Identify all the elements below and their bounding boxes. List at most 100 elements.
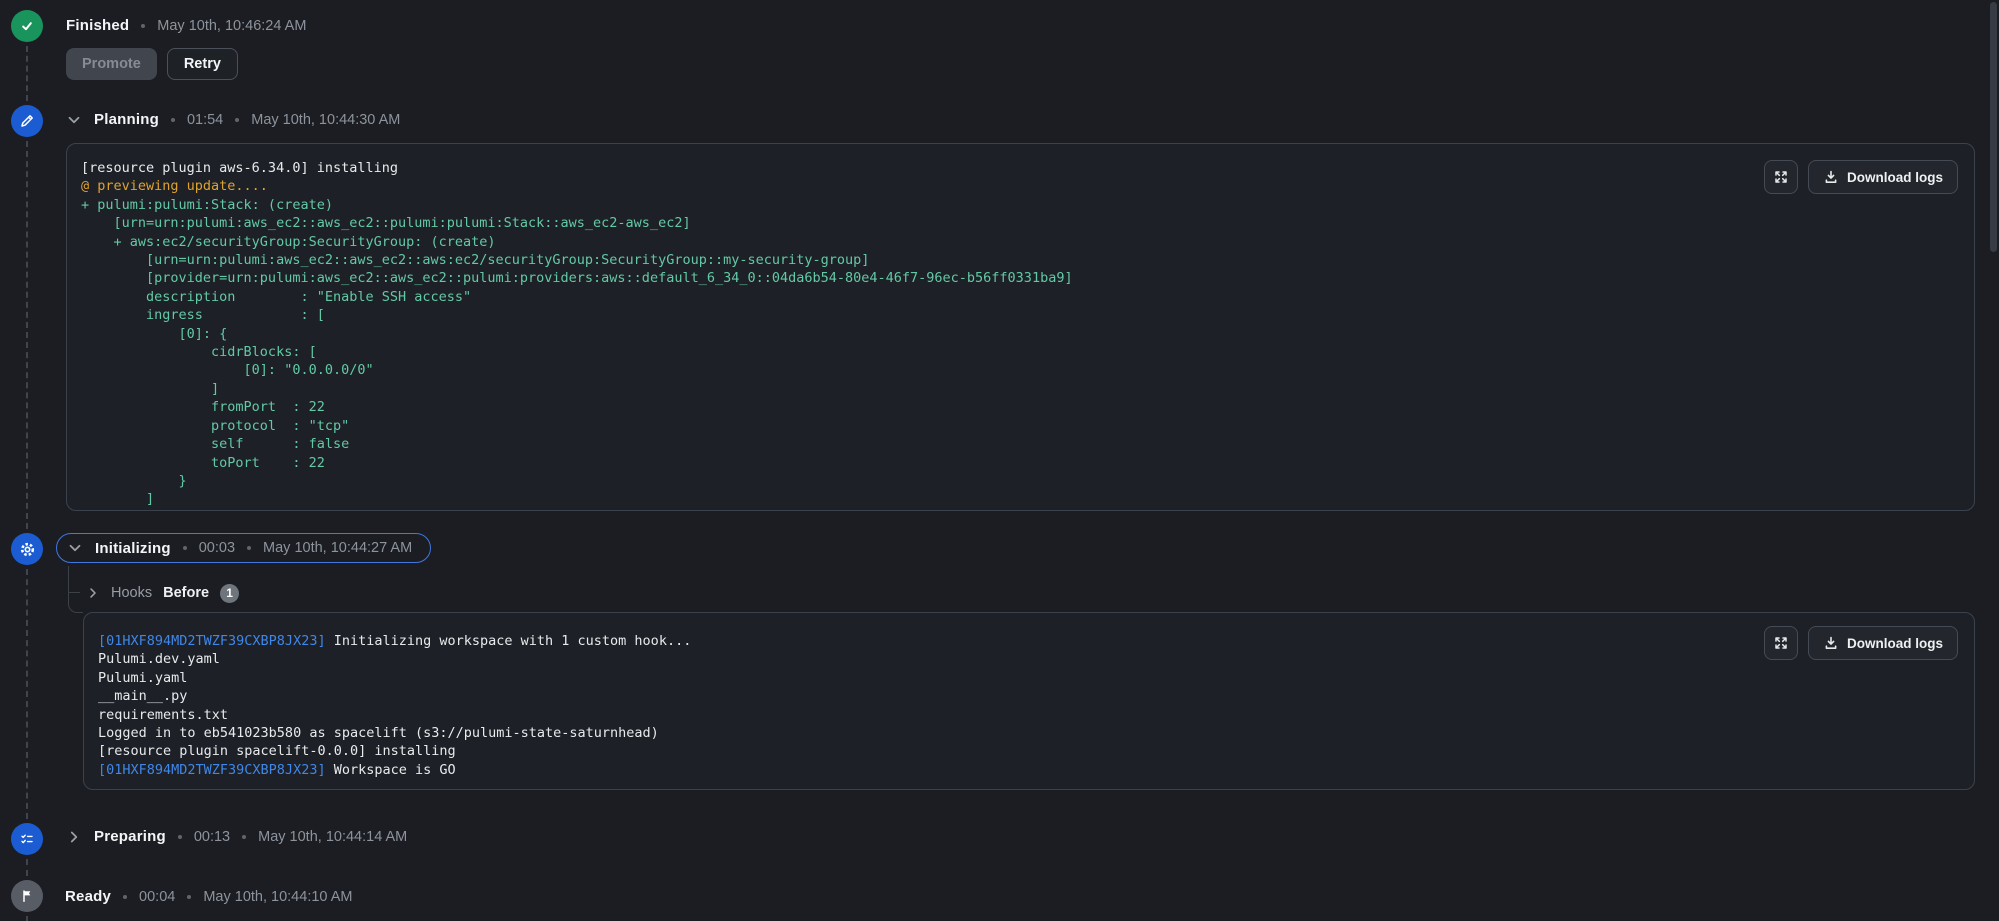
dot-separator bbox=[123, 894, 128, 899]
hooks-tree-line bbox=[68, 596, 83, 613]
log-line: + aws:ec2/securityGroup:SecurityGroup: (… bbox=[81, 233, 496, 250]
log-line: Pulumi.yaml bbox=[98, 669, 188, 686]
download-logs-button[interactable]: Download logs bbox=[1808, 626, 1958, 660]
dot-separator bbox=[247, 546, 252, 550]
dot-separator bbox=[182, 546, 187, 550]
stage-icon-finished bbox=[11, 10, 43, 42]
checklist-icon bbox=[19, 831, 35, 847]
stage-timestamp: May 10th, 10:44:14 AM bbox=[258, 828, 408, 845]
scrollbar[interactable] bbox=[1990, 2, 1997, 252]
log-line: [01HXF894MD2TWZF39CXBP8JX23] Initializin… bbox=[98, 633, 692, 649]
run-timeline-view: Finished May 10th, 10:46:24 AM Promote R… bbox=[0, 0, 1999, 921]
log-panel-actions: Download logs bbox=[1764, 626, 1958, 660]
hooks-count-badge: 1 bbox=[220, 583, 240, 603]
stage-label: Planning bbox=[94, 111, 159, 128]
gear-icon bbox=[19, 541, 36, 558]
stage-duration: 00:13 bbox=[193, 828, 231, 845]
log-line: } bbox=[81, 472, 187, 489]
dot-separator bbox=[187, 894, 192, 899]
retry-button[interactable]: Retry bbox=[166, 48, 238, 80]
timeline-connector bbox=[26, 916, 28, 921]
log-line: [urn=urn:pulumi:aws_ec2::aws_ec2::aws:ec… bbox=[81, 252, 870, 269]
stage-header-finished: Finished May 10th, 10:46:24 AM bbox=[66, 17, 306, 34]
stage-icon-ready bbox=[11, 880, 43, 912]
hooks-name-label: Before bbox=[163, 585, 210, 601]
stage-duration: 00:03 bbox=[198, 540, 236, 556]
expand-icon bbox=[1773, 169, 1789, 185]
stage-duration: 01:54 bbox=[186, 111, 224, 128]
download-icon bbox=[1823, 635, 1839, 651]
log-line: [01HXF894MD2TWZF39CXBP8JX23] Workspace i… bbox=[98, 761, 456, 778]
chevron-right-icon[interactable] bbox=[86, 586, 100, 600]
log-line: [urn=urn:pulumi:aws_ec2::aws_ec2::pulumi… bbox=[81, 215, 691, 232]
stage-header-preparing[interactable]: Preparing 00:13 May 10th, 10:44:14 AM bbox=[66, 828, 407, 845]
flag-icon bbox=[19, 888, 35, 904]
stage-header-planning[interactable]: Planning 01:54 May 10th, 10:44:30 AM bbox=[66, 111, 400, 128]
finished-actions: Promote Retry bbox=[66, 48, 238, 80]
timeline-connector bbox=[26, 141, 28, 529]
expand-logs-button[interactable] bbox=[1764, 160, 1798, 194]
pencil-icon bbox=[19, 113, 35, 129]
log-line: [provider=urn:pulumi:aws_ec2::aws_ec2::p… bbox=[81, 270, 1073, 287]
log-line: Pulumi.dev.yaml bbox=[98, 651, 220, 668]
log-line: ] bbox=[81, 491, 155, 508]
stage-icon-planning bbox=[11, 105, 43, 137]
hooks-prefix-label: Hooks bbox=[111, 585, 153, 601]
timeline-connector bbox=[26, 46, 28, 101]
chevron-down-icon[interactable] bbox=[66, 112, 82, 128]
planning-log-lines: [resource plugin aws-6.34.0] installing @… bbox=[81, 159, 1958, 509]
chevron-down-icon[interactable] bbox=[67, 540, 83, 556]
log-line: fromPort : 22 bbox=[81, 399, 325, 416]
initializing-log-lines: [01HXF894MD2TWZF39CXBP8JX23] Initializin… bbox=[98, 632, 1958, 779]
log-line: [resource plugin aws-6.34.0] installing bbox=[81, 160, 398, 176]
expand-logs-button[interactable] bbox=[1764, 626, 1798, 660]
stage-timestamp: May 10th, 10:44:10 AM bbox=[203, 888, 353, 905]
stage-timestamp: May 10th, 10:46:24 AM bbox=[157, 17, 307, 34]
chevron-right-icon[interactable] bbox=[66, 829, 82, 845]
dot-separator bbox=[242, 834, 247, 839]
log-line: requirements.txt bbox=[98, 706, 229, 723]
log-line: [0]: "0.0.0.0/0" bbox=[81, 362, 374, 379]
stage-label: Preparing bbox=[94, 828, 166, 845]
download-logs-label: Download logs bbox=[1847, 169, 1943, 185]
stage-icon-preparing bbox=[11, 823, 43, 855]
log-line: protocol : "tcp" bbox=[81, 417, 350, 434]
log-line: ] bbox=[81, 380, 220, 397]
stage-duration: 00:04 bbox=[139, 888, 176, 905]
hooks-before-row[interactable]: Hooks Before 1 bbox=[86, 583, 240, 603]
log-line: __main__.py bbox=[98, 688, 188, 705]
dot-separator bbox=[177, 834, 182, 839]
stage-header-initializing[interactable]: Initializing 00:03 May 10th, 10:44:27 AM bbox=[56, 533, 432, 563]
initializing-log-panel: [01HXF894MD2TWZF39CXBP8JX23] Initializin… bbox=[83, 612, 1975, 790]
stage-timestamp: May 10th, 10:44:30 AM bbox=[251, 111, 401, 128]
log-line: [0]: { bbox=[81, 325, 228, 342]
dot-separator bbox=[235, 117, 240, 122]
download-logs-label: Download logs bbox=[1847, 635, 1943, 651]
download-logs-button[interactable]: Download logs bbox=[1808, 160, 1958, 194]
stage-label: Initializing bbox=[95, 539, 171, 557]
stage-label: Ready bbox=[65, 888, 112, 905]
log-line: description : "Enable SSH access" bbox=[81, 288, 472, 305]
log-line: ingress : [ bbox=[81, 307, 325, 324]
stage-label: Finished bbox=[66, 17, 130, 34]
stage-timestamp: May 10th, 10:44:27 AM bbox=[263, 540, 413, 556]
timeline-connector bbox=[26, 859, 28, 876]
log-line: toPort : 22 bbox=[81, 454, 325, 471]
log-line: + pulumi:pulumi:Stack: (create) bbox=[81, 196, 333, 213]
planning-log-panel: [resource plugin aws-6.34.0] installing @… bbox=[66, 143, 1975, 511]
log-line: @ previewing update.... bbox=[81, 178, 268, 195]
hooks-tree-line bbox=[69, 592, 80, 593]
log-line: cidrBlocks: [ bbox=[81, 344, 317, 361]
dot-separator bbox=[170, 117, 175, 122]
stage-icon-initializing bbox=[11, 533, 43, 565]
download-icon bbox=[1823, 169, 1839, 185]
timeline-connector bbox=[26, 569, 28, 819]
log-line: self : false bbox=[81, 436, 350, 453]
promote-button[interactable]: Promote bbox=[66, 48, 157, 80]
log-line: [resource plugin spacelift-0.0.0] instal… bbox=[98, 743, 456, 760]
expand-icon bbox=[1773, 635, 1789, 651]
log-panel-actions: Download logs bbox=[1764, 160, 1958, 194]
log-line: Logged in to eb541023b580 as spacelift (… bbox=[98, 725, 659, 742]
stage-header-ready: Ready 00:04 May 10th, 10:44:10 AM bbox=[65, 888, 352, 905]
dot-separator bbox=[141, 23, 146, 28]
